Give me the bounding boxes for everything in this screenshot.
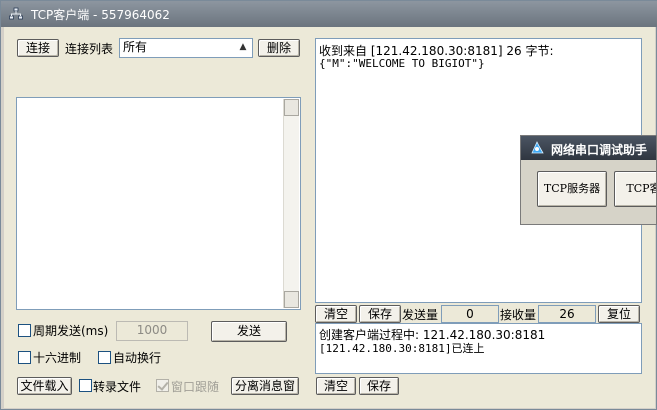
tcp-server-button[interactable]: TCP服务器 (537, 171, 607, 207)
detach-message-window-button[interactable]: 分离消息窗 (231, 377, 299, 395)
popup-title-bar[interactable]: 网络串口调试助手 (521, 136, 656, 160)
tcp-client-button[interactable]: TCP客户 (614, 171, 656, 207)
chevron-updown-icon[interactable]: ▲ (236, 40, 250, 55)
transcribe-file-checkbox[interactable] (79, 379, 92, 392)
receive-line: {"M":"WELCOME TO BIGIOT"} (319, 57, 485, 70)
sent-count-label: 发送量 (402, 308, 439, 322)
log-line: [121.42.180.30:8181]已连上 (319, 342, 485, 355)
sent-count-value: 0 (441, 305, 499, 323)
send-scrollbar[interactable] (283, 99, 299, 308)
received-count-value: 26 (538, 305, 596, 323)
transcribe-file-label: 转录文件 (93, 380, 142, 394)
connection-select-value: 所有 (123, 40, 148, 54)
save-receive-button[interactable]: 保存 (359, 305, 401, 323)
load-file-button[interactable]: 文件载入 (17, 377, 72, 395)
status-log: 创建客户端过程中: 121.42.180.30:8181 [121.42.180… (315, 323, 642, 374)
window-follow-label: 窗口跟随 (171, 380, 220, 394)
received-count-label: 接收量 (500, 308, 537, 322)
window-title: TCP客户端 - 557964062 (31, 8, 170, 22)
scroll-up-button[interactable] (284, 99, 299, 116)
title-bar[interactable]: TCP客户端 - 557964062 (1, 1, 657, 27)
reset-counter-button[interactable]: 复位 (598, 305, 640, 323)
connection-select[interactable]: 所有 ▲ (119, 38, 253, 58)
connect-button[interactable]: 连接 (17, 39, 59, 57)
network-assistant-popup: 网络串口调试助手 TCP服务器 TCP客户 (520, 135, 657, 225)
periodic-send-label: 周期发送(ms) (33, 324, 109, 338)
connection-list-label: 连接列表 (65, 42, 114, 56)
auto-wrap-checkbox[interactable] (98, 351, 111, 364)
hex-checkbox[interactable] (18, 351, 31, 364)
popup-title: 网络串口调试助手 (551, 143, 648, 157)
network-icon (9, 7, 23, 20)
scroll-down-button[interactable] (284, 291, 299, 308)
window-follow-checkbox[interactable] (156, 379, 169, 392)
signal-icon (531, 141, 544, 154)
clear-receive-button[interactable]: 清空 (315, 305, 357, 323)
send-textarea[interactable] (16, 97, 301, 310)
auto-wrap-label: 自动换行 (113, 351, 162, 365)
delete-button[interactable]: 删除 (258, 39, 300, 57)
period-ms-input[interactable]: 1000 (116, 321, 188, 341)
hex-label: 十六进制 (33, 351, 82, 365)
send-button[interactable]: 发送 (211, 321, 287, 342)
periodic-send-checkbox[interactable] (18, 324, 31, 337)
clear-log-button[interactable]: 清空 (316, 377, 356, 395)
save-log-button[interactable]: 保存 (359, 377, 399, 395)
